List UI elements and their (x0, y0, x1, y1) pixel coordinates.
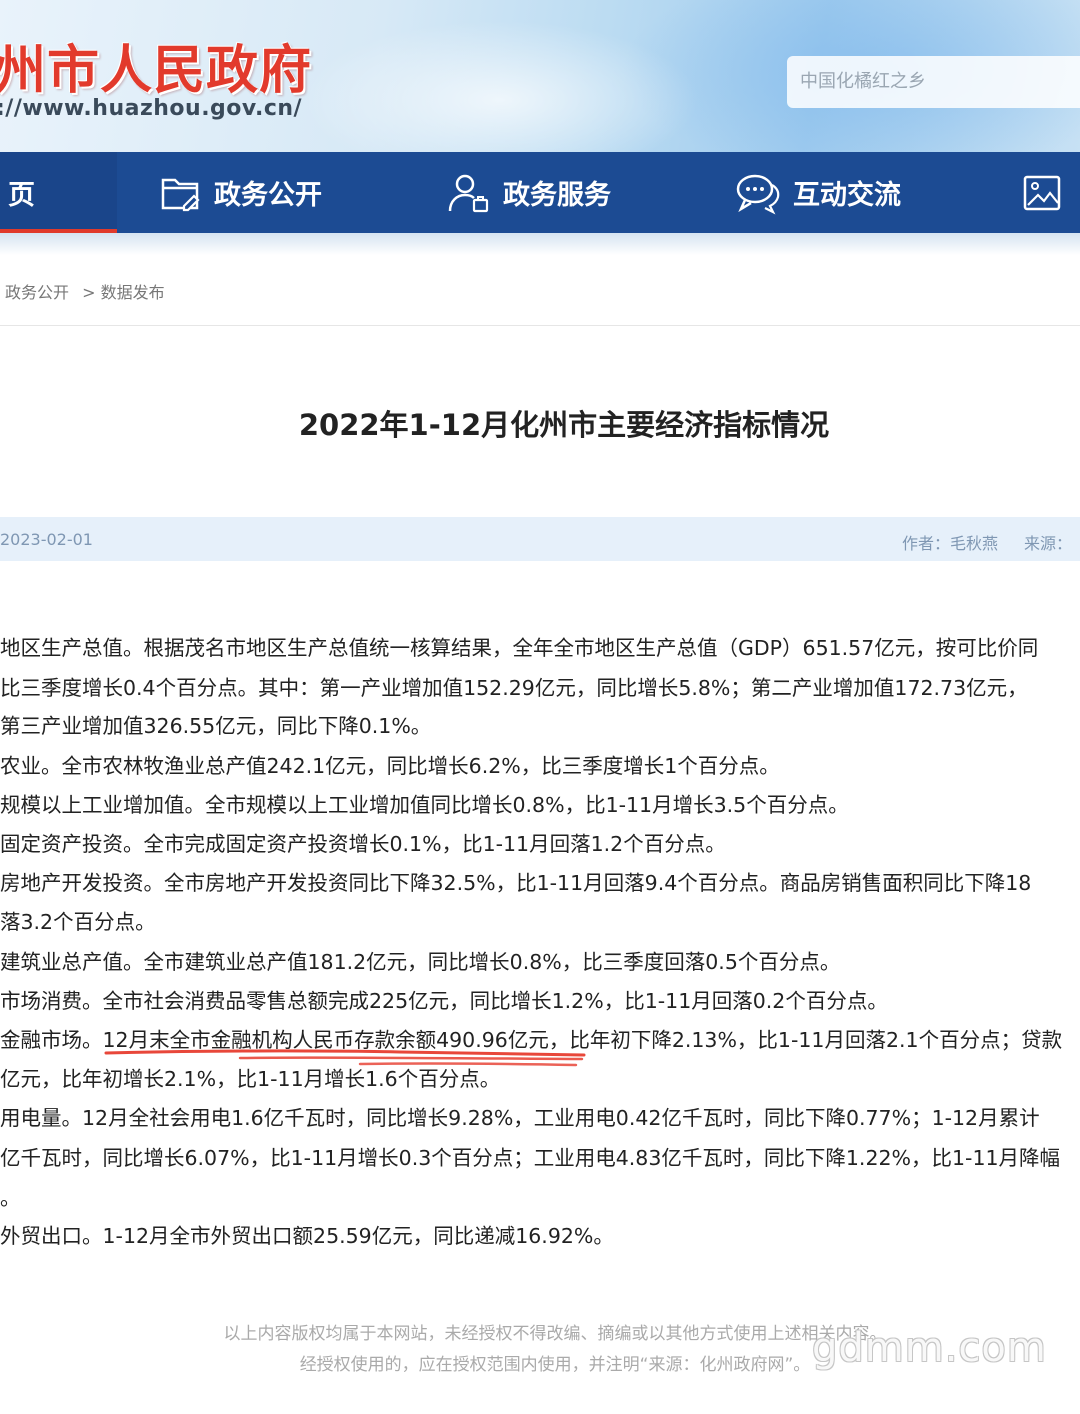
folder-icon (161, 178, 200, 211)
site-header: 州市人民政府 ://www.huazhou.gov.cn/ (0, 0, 1080, 152)
chat-bubble-icon (736, 174, 780, 214)
nav-item-label: 页 (8, 180, 35, 211)
article-paragraph-line: 房地产开发投资。全市房地产开发投资同比下降32.5%，比1-11月回落9.4个百… (0, 871, 1032, 895)
divider (0, 325, 1080, 326)
breadcrumb-item-government-affairs[interactable]: 政务公开 (5, 283, 69, 302)
breadcrumb: 政务公开 > 数据发布 (5, 279, 173, 303)
publish-date: 2023-02-01 (0, 530, 93, 549)
article-paragraph-line: 第三产业增加值326.55亿元，同比下降0.1%。 (0, 714, 432, 738)
article-paragraph-line: 亿千瓦时，同比增长6.07%，比1-11月增长0.3个百分点；工业用电4.83亿… (0, 1146, 1061, 1170)
nav-item-government-affairs[interactable]: 政务公开 (160, 152, 322, 233)
article-paragraph-line: 市场消费。全市社会消费品零售总额完成225亿元，同比增长1.2%，比1-11月回… (0, 989, 888, 1013)
article-paragraph-line: 规模以上工业增加值。全市规模以上工业增加值同比增长0.8%，比1-11月增长3.… (0, 793, 849, 817)
article-paragraph-line: 比三季度增长0.4个百分点。其中：第一产业增加值152.29亿元，同比增长5.8… (0, 676, 1028, 700)
article-paragraph-line: 建筑业总产值。全市建筑业总产值181.2亿元，同比增长0.8%，比三季度回落0.… (0, 950, 841, 974)
nav-shadow (0, 233, 1080, 255)
article-paragraph-line: 固定资产投资。全市完成固定资产投资增长0.1%，比1-11月回落1.2个百分点。 (0, 832, 726, 856)
header-light-decoration (300, 20, 700, 152)
article-paragraph-line: 落3.2个百分点。 (0, 910, 156, 934)
nav-item-government-services[interactable]: 政务服务 (447, 152, 611, 233)
article-author: 作者：毛秋燕 (902, 534, 999, 553)
site-url: ://www.huazhou.gov.cn/ (0, 96, 303, 121)
site-title[interactable]: 州市人民政府 (0, 28, 312, 103)
main-nav: 页 政务公开 政务服务 互动交流 (0, 152, 1080, 233)
nav-item-interaction[interactable]: 互动交流 (735, 152, 901, 233)
article-paragraph-line: 地区生产总值。根据茂名市地区生产总值统一核算结果，全年全市地区生产总值（GDP）… (0, 636, 1039, 660)
user-service-icon (448, 174, 489, 212)
watermark: gdmm.com (812, 1325, 1047, 1371)
nav-item-label: 政务服务 (503, 180, 611, 211)
nav-item-more[interactable] (1022, 152, 1076, 233)
picture-icon (1023, 175, 1061, 210)
article-paragraph-line: 。 (0, 1186, 21, 1210)
article-paragraph-line: 农业。全市农林牧渔业总产值242.1亿元，同比增长6.2%，比三季度增长1个百分… (0, 754, 780, 778)
article-paragraph-line: 用电量。12月全社会用电1.6亿千瓦时，同比增长9.28%，工业用电0.42亿千… (0, 1106, 1040, 1130)
search-input[interactable] (787, 56, 1080, 108)
nav-item-label: 互动交流 (793, 180, 901, 211)
nav-item-home[interactable]: 页 (0, 152, 117, 233)
article-meta-info: 作者：毛秋燕 来源： (902, 530, 1080, 554)
red-underline-annotation (104, 1049, 586, 1067)
article-source: 来源： (1024, 534, 1073, 553)
article-paragraph-line: 外贸出口。1-12月全市外贸出口额25.59亿元，同比递减16.92%。 (0, 1224, 614, 1248)
breadcrumb-item-data-release[interactable]: > 数据发布 (82, 283, 165, 302)
nav-item-label: 政务公开 (214, 180, 322, 211)
article-title: 2022年1-12月化州市主要经济指标情况 (298, 408, 830, 442)
